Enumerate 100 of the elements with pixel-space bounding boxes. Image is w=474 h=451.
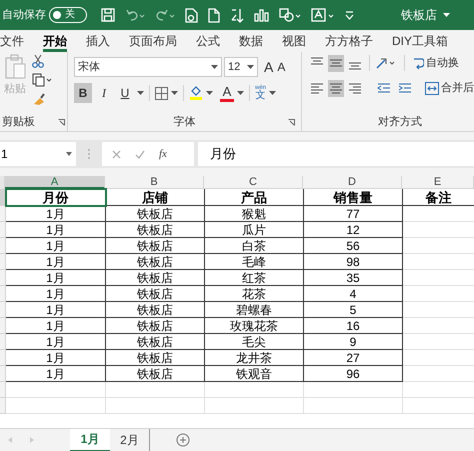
- table-cell: 白茶: [205, 238, 304, 254]
- table-cell: 1月: [6, 366, 106, 382]
- format-painter-icon[interactable]: [32, 92, 46, 106]
- table-cell: 1月: [6, 206, 106, 222]
- ribbon-tab[interactable]: 公式: [196, 30, 220, 52]
- merge-icon: [425, 82, 439, 94]
- ribbon-tab[interactable]: 数据: [239, 30, 263, 52]
- wrap-icon: [412, 56, 424, 70]
- orientation-icon[interactable]: [375, 56, 397, 70]
- dialog-launcher-icon[interactable]: [58, 118, 65, 126]
- table-cell: 猴魁: [205, 206, 304, 222]
- table-cell: 1月: [6, 286, 106, 302]
- table-cell: 毛尖: [205, 334, 304, 350]
- ribbon-tab[interactable]: DIY工具箱: [392, 30, 448, 52]
- group-label: 对齐方式: [378, 114, 422, 130]
- fill-color-icon[interactable]: [189, 85, 203, 101]
- sheet-tab[interactable]: 1月: [70, 428, 110, 451]
- formula-field[interactable]: 月份: [198, 142, 474, 166]
- italic-button[interactable]: I: [95, 83, 113, 103]
- caret-icon: [237, 91, 244, 95]
- table-cell: 铁板店: [106, 206, 205, 222]
- underline-button[interactable]: U: [116, 83, 134, 103]
- column-header[interactable]: A: [5, 176, 105, 189]
- table-cell: 98: [304, 254, 403, 270]
- column-header[interactable]: D: [303, 176, 402, 189]
- shrink-font-button[interactable]: A: [277, 61, 286, 73]
- table-cell: 铁板店: [106, 350, 205, 366]
- borders-icon[interactable]: [155, 86, 168, 100]
- table-cell: 销售量: [304, 189, 403, 206]
- caret-icon: [206, 91, 213, 95]
- table-cell: 备注: [403, 189, 474, 206]
- table-cell: 铁板店: [106, 286, 205, 302]
- autosave-toggle[interactable]: 关: [49, 7, 87, 23]
- insert-function-button[interactable]: fx: [159, 146, 167, 162]
- name-box[interactable]: 1: [0, 142, 76, 166]
- add-sheet-icon[interactable]: [176, 433, 190, 447]
- save-icon[interactable]: [101, 8, 115, 22]
- table-cell: 毛峰: [205, 254, 304, 270]
- table-cell: 铁板店: [106, 334, 205, 350]
- caret-icon: [269, 91, 276, 95]
- grow-font-button[interactable]: A: [264, 60, 274, 74]
- table-cell: 龙井茶: [205, 350, 304, 366]
- print-preview-icon[interactable]: [185, 8, 198, 22]
- table-cell: 12: [304, 222, 403, 238]
- sheet-tab[interactable]: 2月: [110, 428, 150, 451]
- scissors-icon[interactable]: [32, 54, 44, 68]
- ribbon-tab[interactable]: 文件: [0, 30, 24, 52]
- chart-icon[interactable]: [254, 8, 269, 22]
- align-middle-icon[interactable]: [328, 54, 344, 72]
- bold-button[interactable]: B: [74, 83, 92, 103]
- table-cell: 碧螺春: [205, 302, 304, 318]
- wrap-text-button[interactable]: 自动换: [412, 54, 459, 72]
- shapes-icon[interactable]: [279, 8, 301, 22]
- font-size-field[interactable]: 12: [224, 57, 258, 77]
- column-header[interactable]: C: [204, 176, 303, 189]
- sort-icon[interactable]: [230, 8, 244, 22]
- table-cell: 1月: [6, 222, 106, 238]
- caret-icon: [66, 152, 72, 156]
- active-cell: 月份: [6, 189, 106, 206]
- caret-icon: [247, 65, 254, 69]
- align-center-icon[interactable]: [328, 80, 344, 96]
- font-color-button[interactable]: A: [220, 84, 234, 102]
- ribbon-tab[interactable]: 视图: [282, 30, 306, 52]
- autosave-label: 自动保存: [2, 8, 46, 23]
- caret-icon: [137, 91, 144, 95]
- table-cell: 35: [304, 270, 403, 286]
- table-cell: 9: [304, 334, 403, 350]
- table-cell: 铁板店: [106, 270, 205, 286]
- table-cell: 铁观音: [205, 366, 304, 382]
- table-cell: 5: [304, 302, 403, 318]
- table-cell: 1月: [6, 238, 106, 254]
- table-cell: 瓜片: [205, 222, 304, 238]
- undo-icon[interactable]: [125, 8, 145, 22]
- merge-center-button[interactable]: 合并后: [425, 80, 474, 96]
- text-box-icon[interactable]: [311, 8, 335, 22]
- table-cell: 玫瑰花茶: [205, 318, 304, 334]
- caret-icon[interactable]: [443, 12, 450, 18]
- ribbon-tab[interactable]: 插入: [86, 30, 110, 52]
- font-name-field[interactable]: 宋体: [74, 57, 222, 77]
- customize-caret-icon[interactable]: [345, 10, 354, 20]
- column-header[interactable]: B: [105, 176, 204, 189]
- table-cell: 4: [304, 286, 403, 302]
- ribbon-tab[interactable]: 页面布局: [129, 30, 177, 52]
- table-cell: 铁板店: [106, 238, 205, 254]
- table-cell: 铁板店: [106, 366, 205, 382]
- table-cell: 27: [304, 350, 403, 366]
- table-cell: 16: [304, 318, 403, 334]
- dialog-launcher-icon[interactable]: [288, 118, 295, 126]
- table-cell: 1月: [6, 254, 106, 270]
- copy-icon[interactable]: [32, 73, 52, 87]
- column-header[interactable]: E: [402, 176, 474, 189]
- ribbon-tab[interactable]: 方方格子: [325, 30, 373, 52]
- table-cell: 1月: [6, 302, 106, 318]
- caret-icon: [211, 65, 218, 69]
- file-name: 铁板店: [401, 7, 437, 24]
- table-cell: 1月: [6, 350, 106, 366]
- table-cell: 铁板店: [106, 254, 205, 270]
- document-icon[interactable]: [208, 8, 220, 22]
- redo-icon[interactable]: [155, 8, 175, 22]
- table-cell: 铁板店: [106, 302, 205, 318]
